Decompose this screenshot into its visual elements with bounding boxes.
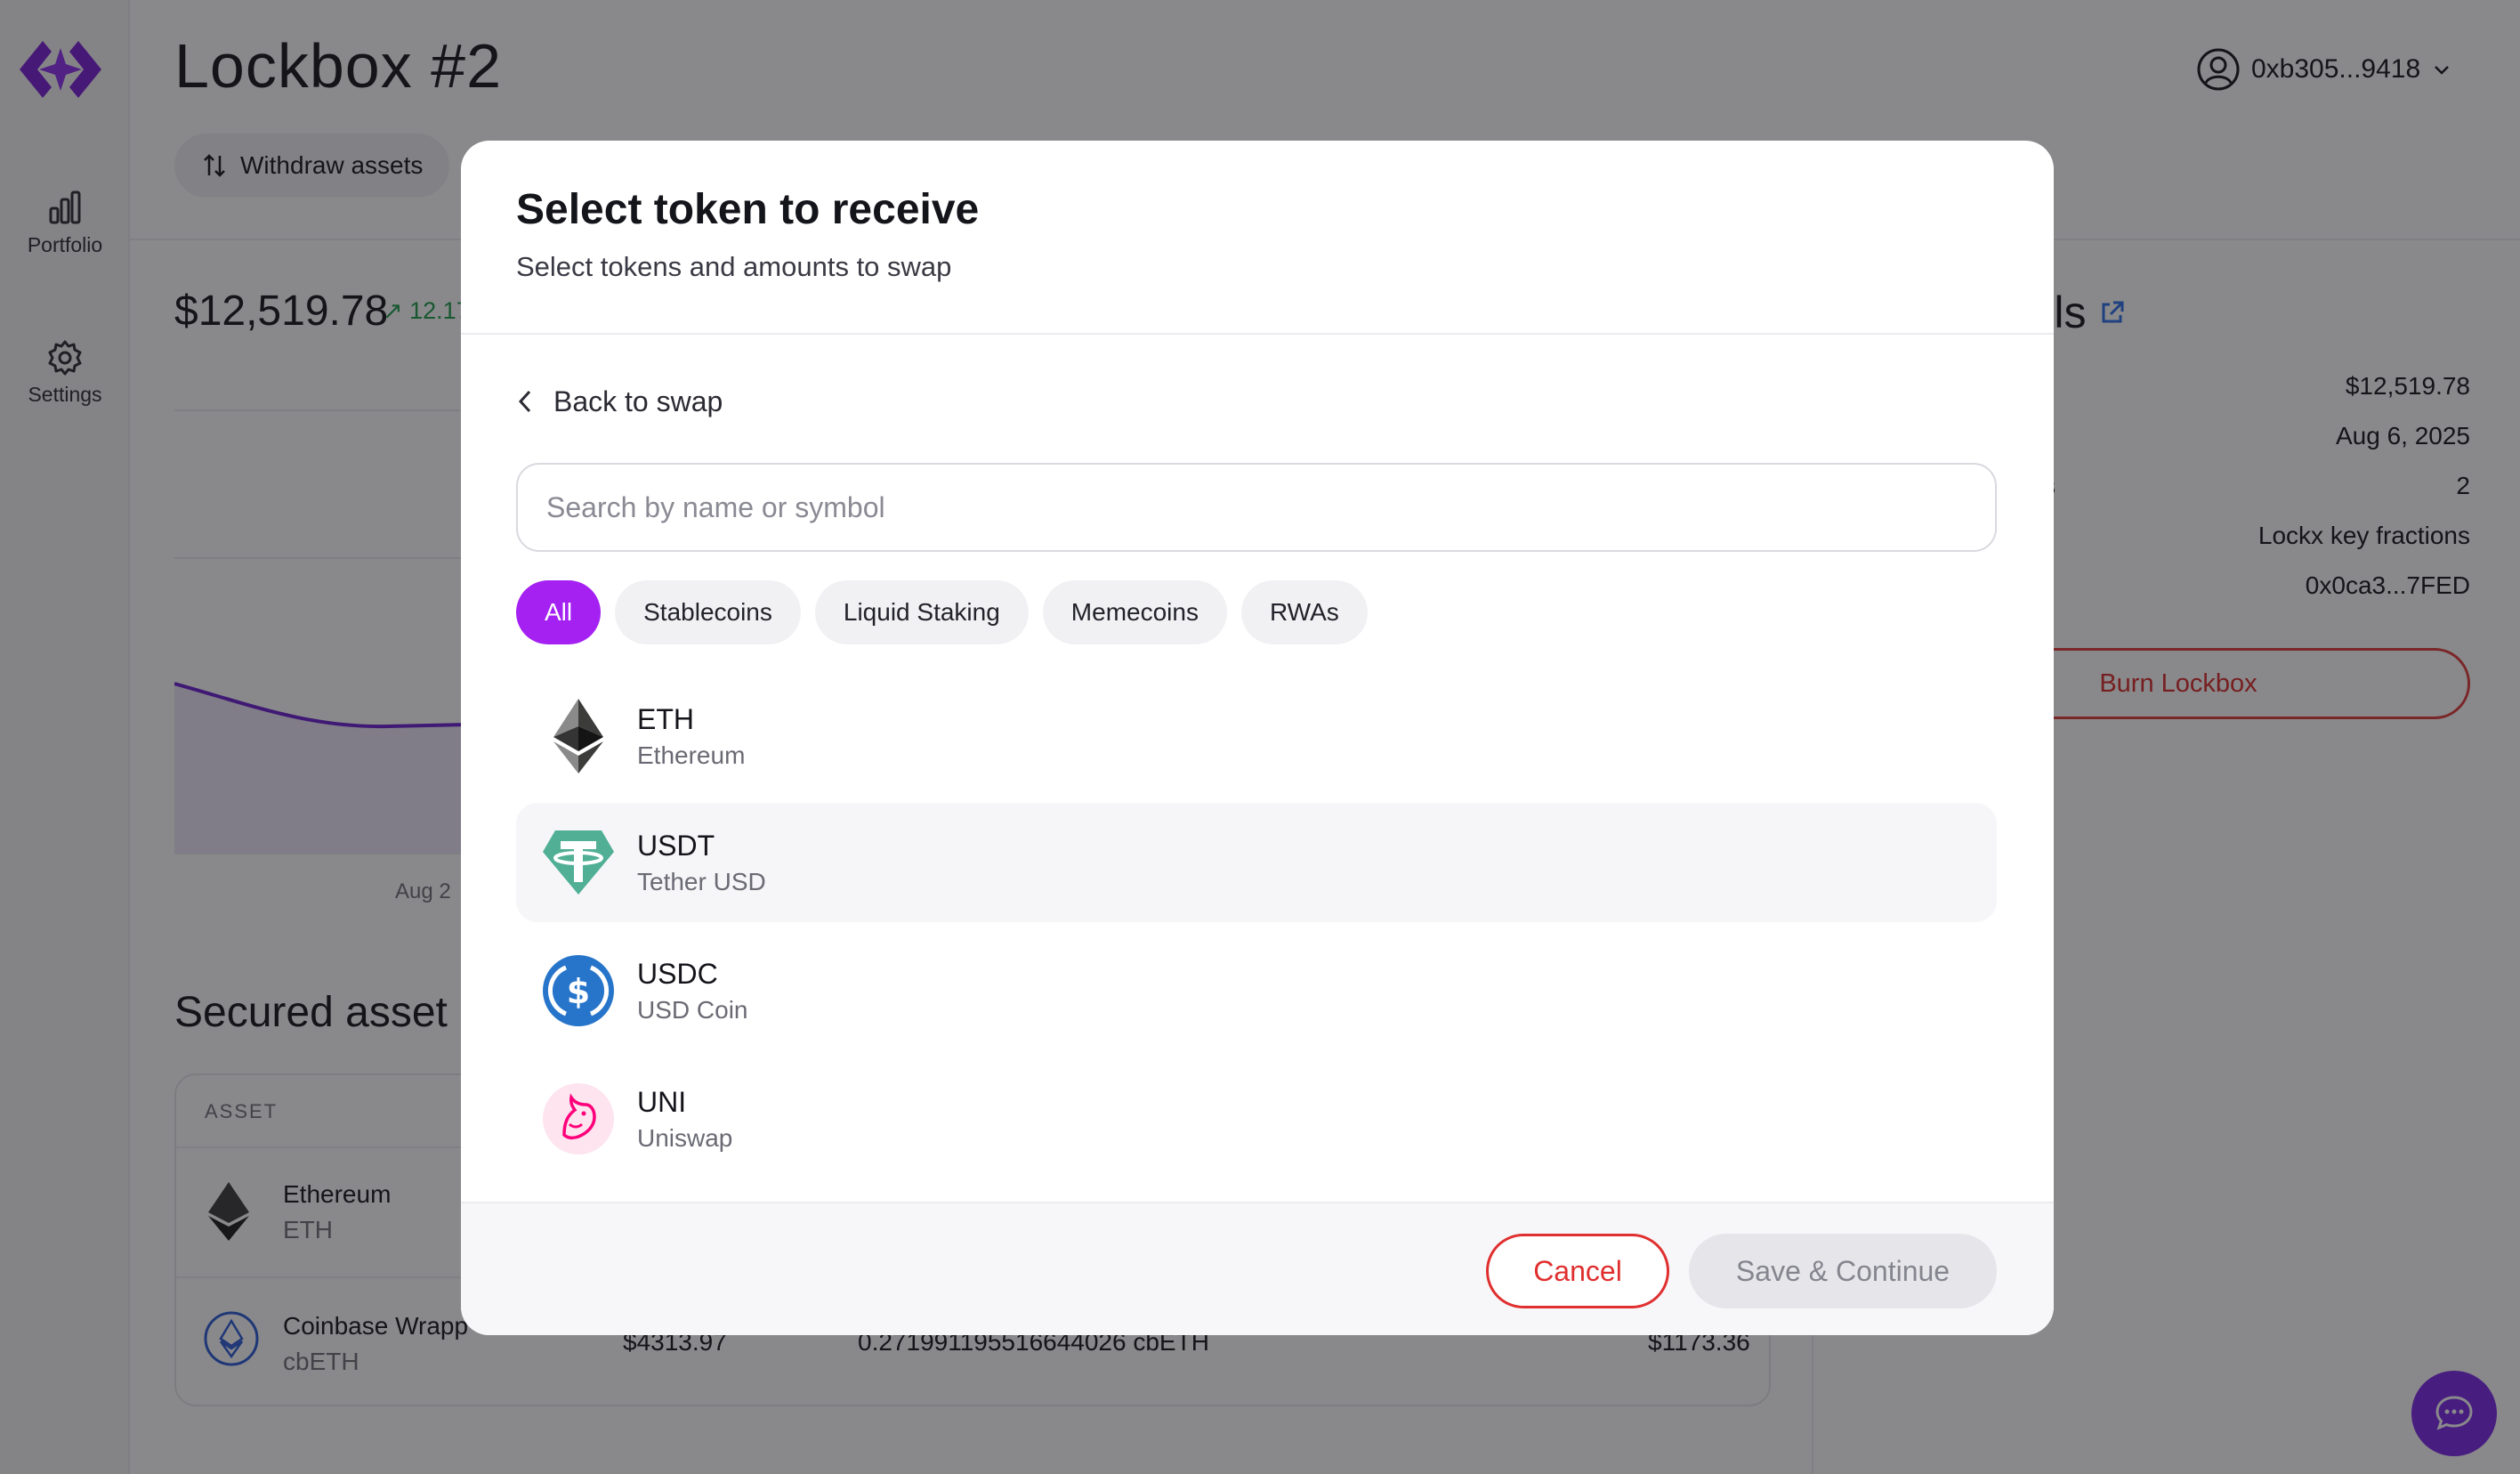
- modal-footer: Cancel Save & Continue: [461, 1202, 2054, 1335]
- token-name: Tether USD: [637, 867, 766, 895]
- select-token-modal: Select token to receive Select tokens an…: [461, 141, 2054, 1335]
- filter-chip-liquid-staking[interactable]: Liquid Staking: [814, 580, 1029, 644]
- filter-chip-stablecoins[interactable]: Stablecoins: [615, 580, 801, 644]
- chevron-left-icon: [518, 390, 531, 413]
- token-symbol: USDT: [637, 829, 715, 862]
- filter-chips: All Stablecoins Liquid Staking Memecoins…: [516, 580, 1368, 644]
- token-name: Ethereum: [637, 741, 746, 769]
- token-option-uni[interactable]: UNI Uniswap: [516, 1059, 1997, 1178]
- token-search-input[interactable]: [516, 463, 1997, 552]
- token-symbol: UNI: [637, 1085, 687, 1118]
- modal-subtitle: Select tokens and amounts to swap: [516, 251, 952, 282]
- modal-title: Select token to receive: [516, 186, 980, 233]
- token-name: Uniswap: [637, 1123, 733, 1152]
- filter-chip-memecoins[interactable]: Memecoins: [1042, 580, 1227, 644]
- token-symbol: USDC: [637, 957, 718, 990]
- filter-chip-rwas[interactable]: RWAs: [1240, 580, 1368, 644]
- tether-icon: [541, 825, 616, 900]
- cancel-button[interactable]: Cancel: [1486, 1234, 1669, 1308]
- svg-text:$: $: [567, 972, 590, 1011]
- token-option-eth[interactable]: ETH Ethereum: [516, 676, 1997, 796]
- save-continue-button[interactable]: Save & Continue: [1689, 1234, 1997, 1308]
- back-to-swap-link[interactable]: Back to swap: [516, 379, 723, 424]
- token-option-usdt[interactable]: USDT Tether USD: [516, 803, 1997, 922]
- modal-divider: [461, 333, 2054, 335]
- uniswap-icon: [541, 1081, 616, 1156]
- token-symbol: ETH: [637, 702, 694, 735]
- token-option-usdc[interactable]: $ USDC USD Coin: [516, 931, 1997, 1050]
- token-name: USD Coin: [637, 995, 748, 1024]
- back-label: Back to swap: [553, 385, 723, 417]
- filter-chip-all[interactable]: All: [516, 580, 602, 644]
- usdc-icon: $: [541, 953, 616, 1028]
- ethereum-icon: [541, 699, 616, 773]
